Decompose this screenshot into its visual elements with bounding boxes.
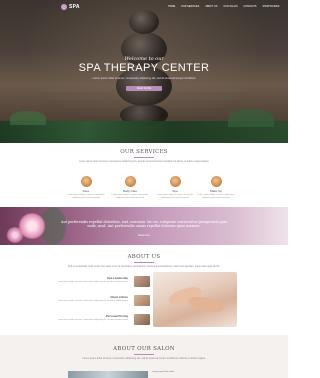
services-divider (134, 157, 154, 158)
service-text: Lorem ipsum dolor sit amet, consectetur … (156, 194, 194, 199)
service-make-up[interactable]: Make Up Lorem ipsum dolor sit amet, cons… (196, 176, 236, 199)
salon-title: ABOUT OUR SALON (113, 346, 175, 352)
spa-icon (169, 176, 181, 187)
menu-item-about[interactable]: About Us (205, 5, 217, 8)
about-item-text: Lorem ipsum dolor sit amet, consectetur … (57, 300, 128, 302)
quote-text: Aut perferendis repellat doloribus, sint… (61, 220, 227, 229)
hero-subtitle: Lorem ipsum dolor sit amet, consectetur … (92, 77, 196, 80)
service-name: Body Care (122, 189, 138, 193)
about-item-title: Personal Pricing (105, 314, 128, 318)
about-item-title: Spa Leadership (107, 276, 128, 280)
service-name: Face (82, 189, 90, 193)
main-menu: Home Our Services About Us Our Salon Con… (168, 5, 279, 8)
service-spa[interactable]: Spa Lorem ipsum dolor sit amet, consecte… (155, 176, 195, 199)
about-item-title: Client Advice (110, 295, 128, 299)
about-divider (134, 262, 154, 263)
top-nav: SPA Home Our Services About Us Our Salon… (0, 0, 288, 14)
service-body-care[interactable]: Body Care Lorem ipsum dolor sit amet, co… (110, 176, 150, 199)
service-face[interactable]: Face Lorem ipsum dolor sit amet, consect… (66, 176, 106, 199)
about-item: Spa Leadership Lorem ipsum dolor sit ame… (56, 276, 128, 284)
hero-read-more-button[interactable]: READ MORE (126, 86, 162, 91)
make-up-icon (210, 176, 222, 187)
service-text: Lorem ipsum dolor sit amet, consectetur … (67, 194, 105, 199)
menu-item-home[interactable]: Home (168, 5, 175, 8)
menu-item-shortcodes[interactable]: Shortcodes (262, 5, 279, 8)
about-item-text: Lorem ipsum dolor sit amet, consectetur … (57, 319, 128, 321)
about-item: Client Advice Lorem ipsum dolor sit amet… (56, 295, 128, 303)
body-care-icon (124, 176, 136, 187)
salon-divider (134, 354, 154, 355)
face-icon (80, 176, 92, 187)
menu-item-contacts[interactable]: Contacts (244, 5, 257, 8)
about-item-text: Lorem ipsum dolor sit amet, consectetur … (57, 281, 128, 283)
page: SPA Home Our Services About Us Our Salon… (0, 0, 288, 378)
about-thumbnail[interactable] (134, 314, 150, 325)
logo-text: SPA (69, 4, 80, 10)
about-thumbnail[interactable] (134, 295, 150, 306)
logo[interactable]: SPA (61, 4, 80, 10)
about-thumbnail[interactable] (134, 276, 150, 287)
menu-item-services[interactable]: Our Services (181, 5, 199, 8)
lotus-icon (61, 4, 67, 10)
about-description: Sed ut perspiciatis unde omnis iste natu… (67, 265, 221, 268)
salon-description: Lorem ipsum dolor sit amet, consectetur … (82, 357, 206, 360)
about-item: Personal Pricing Lorem ipsum dolor sit a… (56, 314, 128, 322)
service-name: Spa (172, 189, 178, 193)
service-text: Lorem ipsum dolor sit amet, consectetur … (111, 194, 149, 199)
services-description: Lorem ipsum dolor sit amet, consectetur … (78, 160, 210, 163)
salon-caption: Luxury spa & the salon (152, 371, 175, 373)
services-title: OUR SERVICES (120, 149, 168, 155)
hero-title: SPA THERAPY CENTER (78, 62, 210, 74)
hero-foliage (228, 109, 274, 127)
hero-banner: SPA Home Our Services About Us Our Salon… (0, 0, 288, 143)
menu-item-salon[interactable]: Our Salon (223, 5, 237, 8)
service-text: Lorem ipsum dolor sit amet, consectetur … (197, 194, 235, 199)
salon-image (68, 371, 148, 378)
hero-foliage (10, 111, 46, 125)
service-name: Make Up (209, 189, 222, 193)
quote-read-more-link[interactable]: Read more (0, 234, 288, 237)
quote-band: Aut perferendis repellat doloribus, sint… (0, 207, 288, 245)
about-title: ABOUT US (127, 254, 161, 260)
